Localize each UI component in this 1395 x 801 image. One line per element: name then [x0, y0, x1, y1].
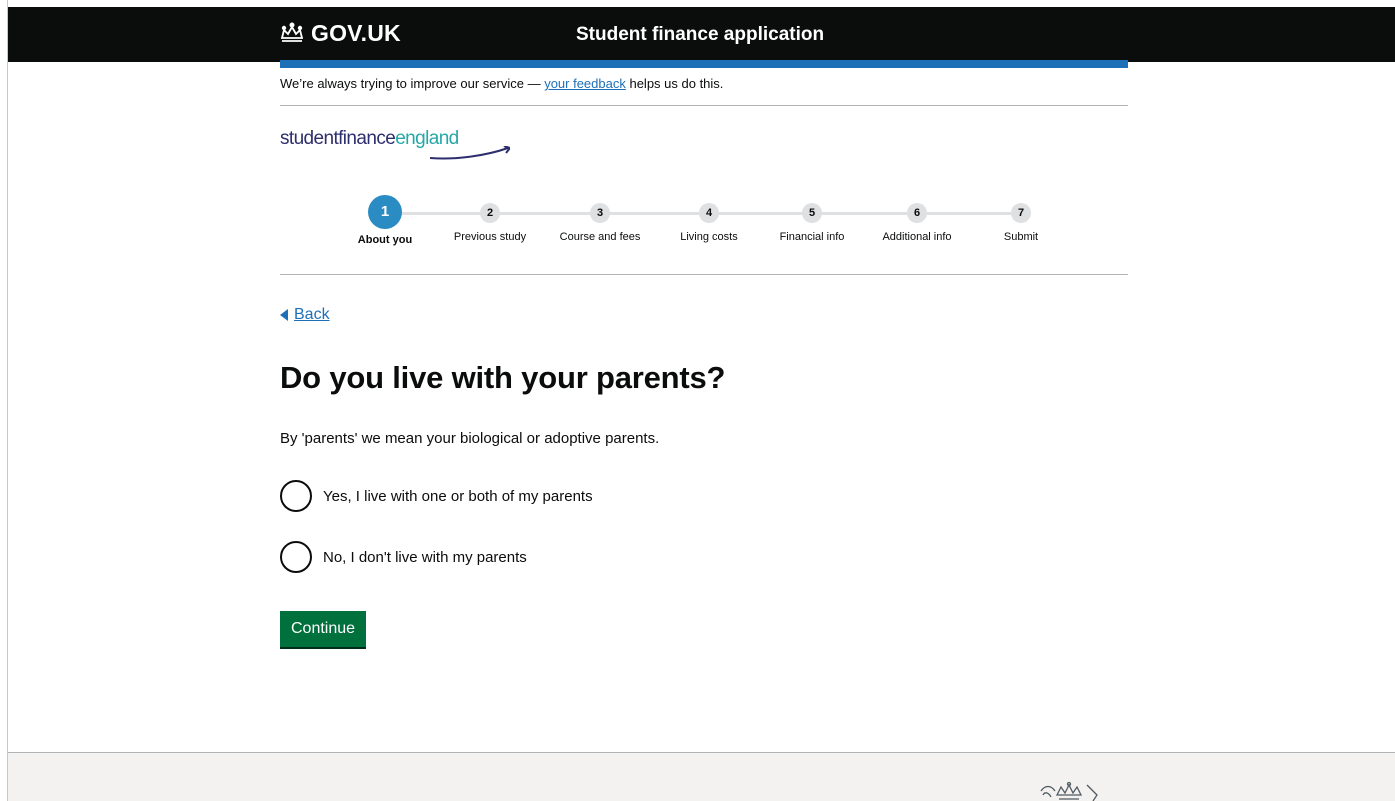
- back-link[interactable]: Back: [280, 306, 330, 324]
- radio-option-no[interactable]: No, I don't live with my parents: [280, 541, 527, 573]
- radio-button-no[interactable]: [280, 541, 312, 573]
- step-number: 4: [699, 203, 719, 223]
- window-top-strip: [0, 0, 1395, 7]
- step-number: 6: [907, 203, 927, 223]
- continue-button[interactable]: Continue: [280, 611, 367, 647]
- step-number: 3: [590, 203, 610, 223]
- feedback-text-after: helps us do this.: [625, 76, 724, 91]
- radio-option-yes[interactable]: Yes, I live with one or both of my paren…: [280, 480, 593, 512]
- step-financial-info: 5 Financial info: [757, 195, 867, 243]
- feedback-link[interactable]: your feedback: [544, 76, 626, 91]
- page-heading: Do you live with your parents?: [280, 360, 726, 395]
- student-finance-england-logo: studentfinanceengland: [280, 128, 510, 162]
- step-submit: 7 Submit: [966, 195, 1076, 243]
- step-number: 7: [1011, 203, 1031, 223]
- step-label: Previous study: [453, 231, 527, 243]
- step-label: Financial info: [779, 231, 845, 243]
- step-number: 1: [368, 195, 402, 229]
- question-hint: By 'parents' we mean your biological or …: [280, 430, 660, 447]
- radio-label-yes: Yes, I live with one or both of my paren…: [323, 487, 593, 505]
- logo-part-studentfinance: studentfinance: [280, 128, 396, 149]
- step-label: Additional info: [882, 231, 952, 243]
- crown-icon: [280, 22, 304, 42]
- feedback-text-before: We’re always trying to improve our servi…: [280, 76, 545, 91]
- royal-crest-icon: [1040, 781, 1098, 801]
- step-living-costs: 4 Living costs: [654, 195, 764, 243]
- step-course-and-fees: 3 Course and fees: [545, 195, 655, 243]
- step-label: About you: [357, 234, 413, 246]
- radio-button-yes[interactable]: [280, 480, 312, 512]
- step-number: 2: [480, 203, 500, 223]
- page-footer: [8, 752, 1395, 801]
- govuk-logo-link[interactable]: GOV.UK: [279, 17, 401, 49]
- window-left-edge: [0, 0, 8, 801]
- step-additional-info: 6 Additional info: [862, 195, 972, 243]
- back-link-label: Back: [294, 306, 330, 323]
- service-name[interactable]: Student finance application: [576, 24, 824, 46]
- radio-label-no: No, I don't live with my parents: [323, 548, 527, 566]
- feedback-banner: We’re always trying to improve our servi…: [280, 76, 1128, 106]
- logo-swoosh-icon: [430, 146, 510, 160]
- step-label: Course and fees: [559, 231, 641, 243]
- govuk-header: GOV.UK Student finance application: [8, 7, 1395, 62]
- step-previous-study: 2 Previous study: [435, 195, 545, 243]
- step-label: Living costs: [680, 231, 738, 243]
- progress-steps: 1 About you 2 Previous study 3 Course an…: [280, 195, 1128, 275]
- step-number: 5: [802, 203, 822, 223]
- step-about-you: 1 About you: [330, 195, 440, 246]
- step-label: Submit: [1003, 231, 1039, 243]
- back-arrow-icon: [280, 309, 288, 321]
- govuk-logo-text: GOV.UK: [311, 19, 401, 46]
- header-blue-bar: [280, 60, 1128, 68]
